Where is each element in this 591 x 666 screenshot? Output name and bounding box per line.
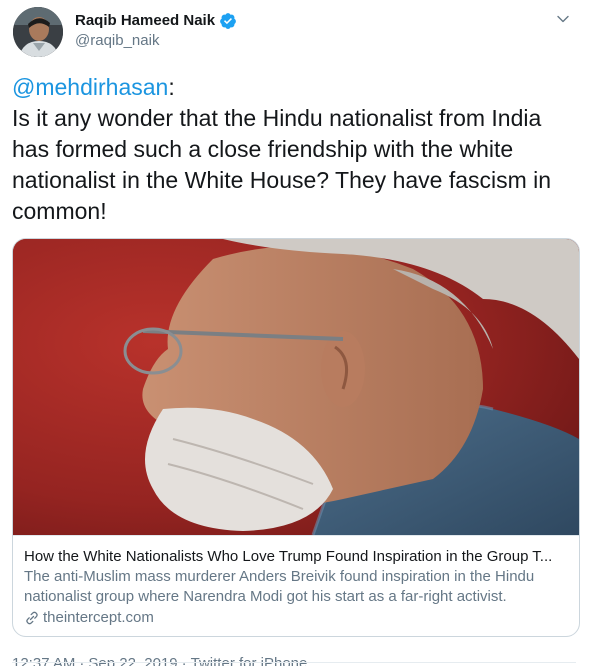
more-options-caret[interactable] — [553, 9, 573, 29]
tweet-meta: 12:37 AM · Sep 22, 2019 · Twitter for iP… — [12, 654, 576, 666]
tweet-text: @mehdirhasan: Is it any wonder that the … — [12, 72, 577, 227]
divider — [12, 662, 576, 663]
display-name[interactable]: Raqib Hameed Naik — [75, 11, 215, 31]
handle[interactable]: @raqib_naik — [75, 31, 237, 51]
link-icon — [26, 611, 38, 625]
tweet-body: Is it any wonder that the Hindu national… — [12, 105, 552, 224]
mention-colon: : — [168, 74, 175, 100]
tweet-time[interactable]: 12:37 AM — [12, 654, 75, 666]
user-avatar-icon — [13, 7, 63, 57]
avatar[interactable] — [13, 7, 63, 57]
card-domain[interactable]: theintercept.com — [24, 608, 568, 628]
card-domain-text: theintercept.com — [43, 609, 154, 626]
link-card[interactable]: How the White Nationalists Who Love Trum… — [12, 238, 580, 637]
tweet: Raqib Hameed Naik @raqib_naik @mehdirhas… — [0, 0, 591, 666]
display-name-row[interactable]: Raqib Hameed Naik — [75, 11, 237, 31]
card-image — [13, 239, 579, 535]
mention-link[interactable]: @mehdirhasan — [12, 74, 168, 100]
author-names: Raqib Hameed Naik @raqib_naik — [75, 11, 237, 51]
tweet-date[interactable]: Sep 22, 2019 — [88, 654, 177, 666]
tweet-header: Raqib Hameed Naik @raqib_naik — [12, 0, 576, 62]
meta-separator: · — [79, 655, 85, 666]
card-title[interactable]: How the White Nationalists Who Love Trum… — [24, 547, 568, 567]
card-description: The anti-Muslim mass murderer Anders Bre… — [24, 568, 535, 605]
card-body: How the White Nationalists Who Love Trum… — [13, 535, 579, 628]
verified-badge-icon — [220, 13, 236, 29]
tweet-source[interactable]: Twitter for iPhone — [191, 654, 308, 666]
meta-separator-2: · — [181, 655, 187, 666]
chevron-down-icon — [557, 15, 569, 23]
